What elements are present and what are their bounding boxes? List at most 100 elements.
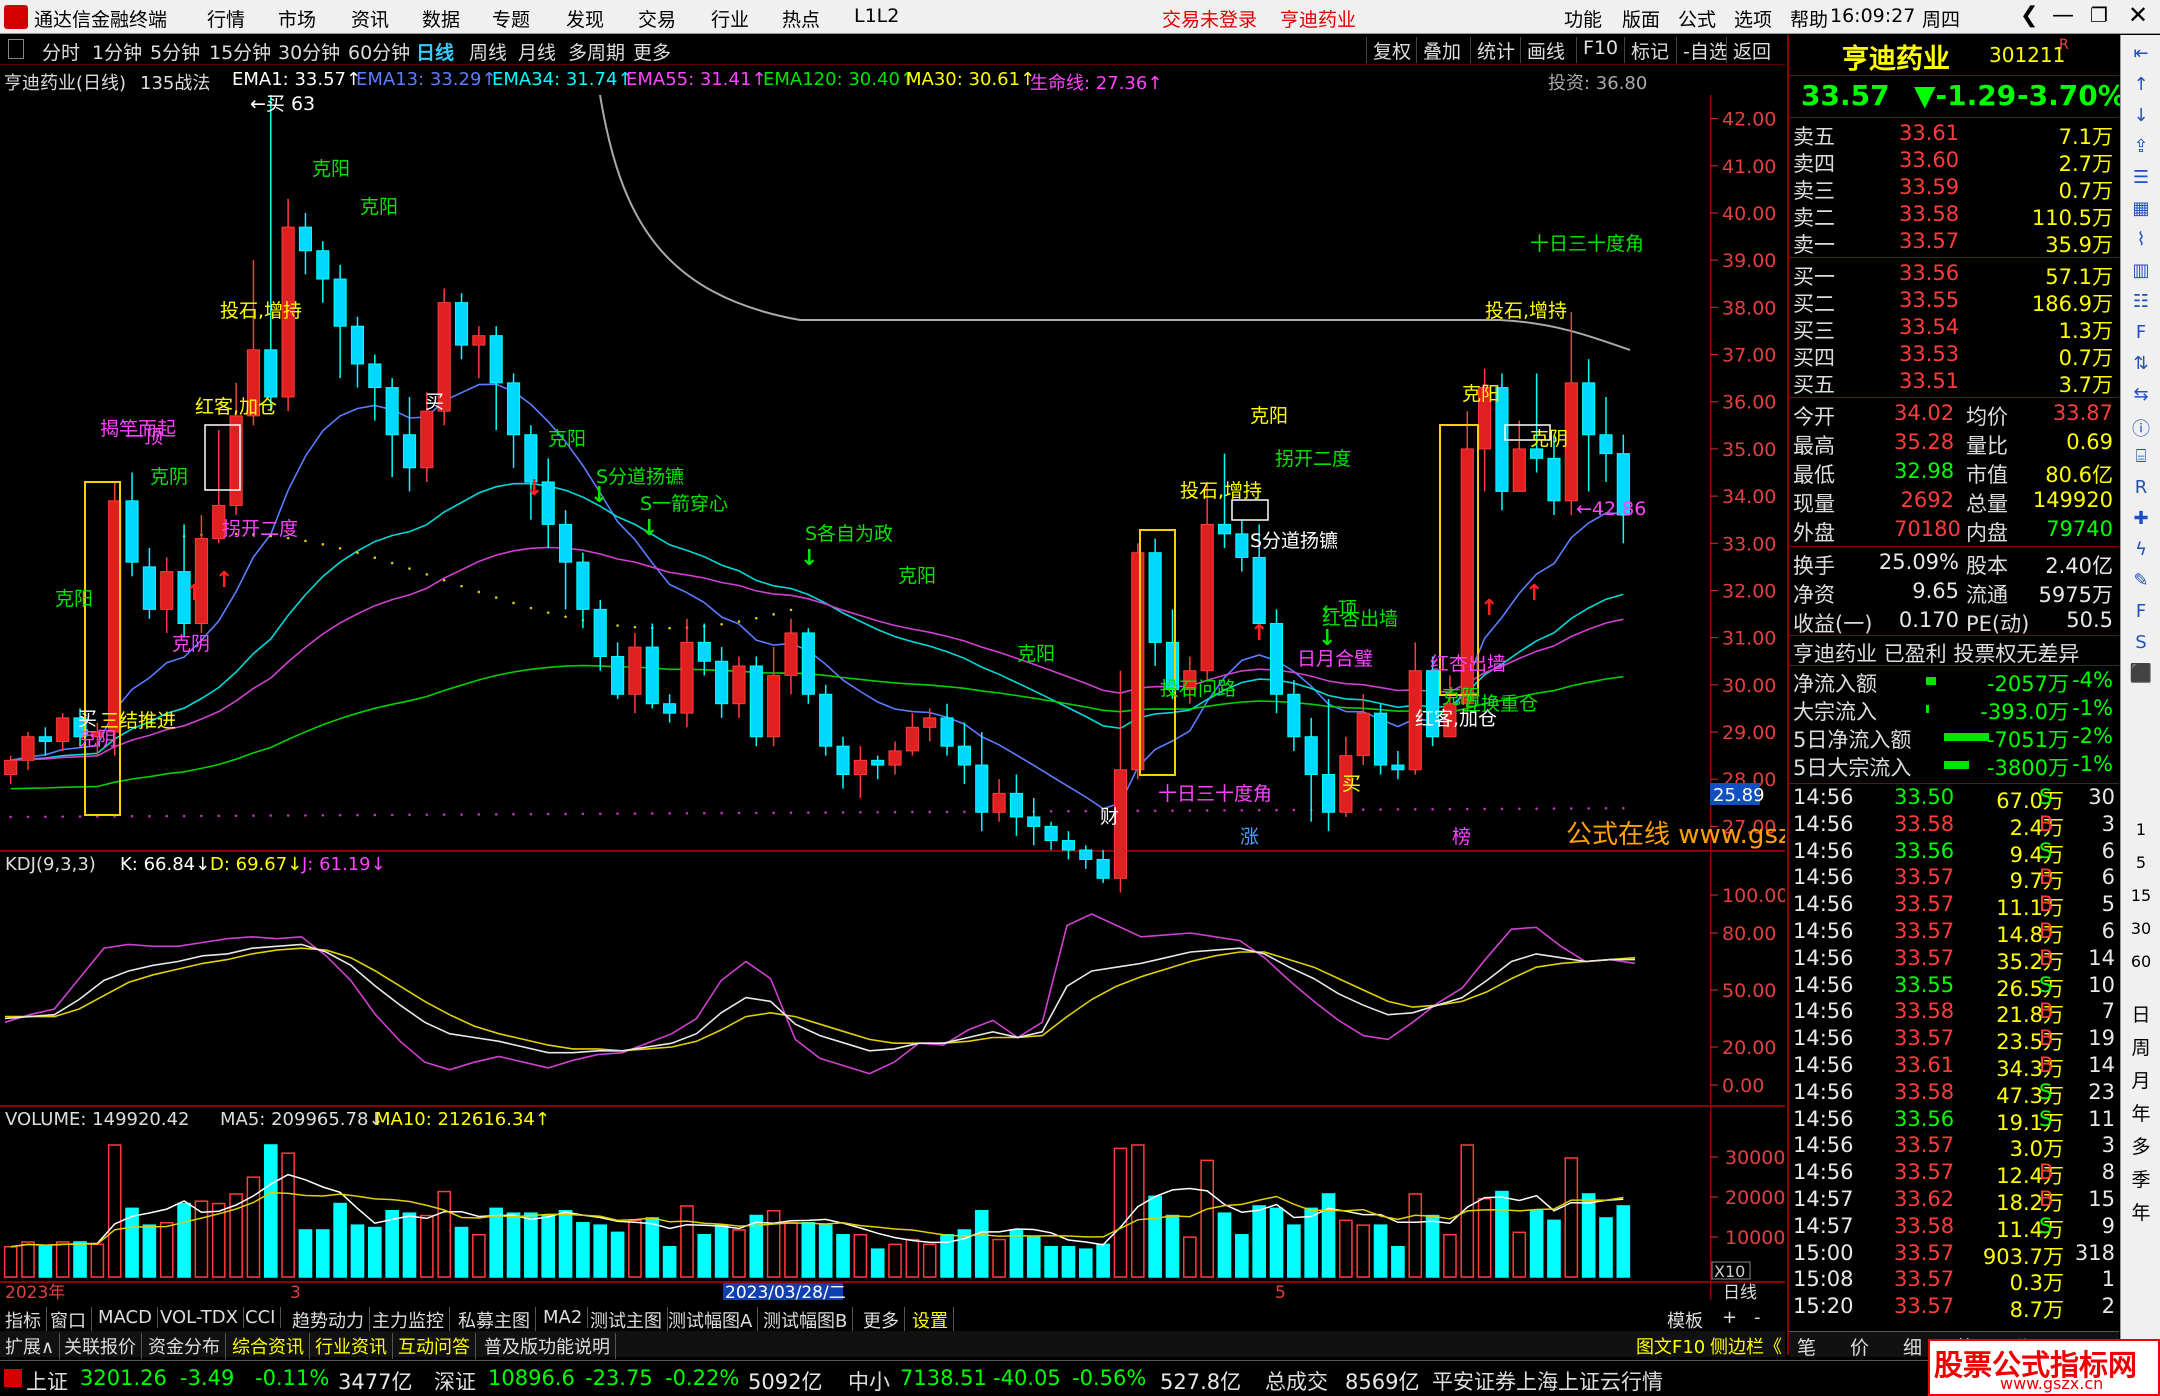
right-menu-0[interactable]: 功能: [1564, 5, 1602, 32]
bid-row-0[interactable]: 买一 33.56 57.1万: [1789, 261, 2119, 289]
bid-row-3[interactable]: 买四 33.53 0.7万: [1789, 342, 2119, 370]
bottom-tab-6[interactable]: 主力监控: [372, 1307, 450, 1333]
save-icon[interactable]: ⬛: [2125, 663, 2157, 684]
info-tab-right-1[interactable]: 侧边栏《: [1710, 1333, 1782, 1359]
candle-body-75[interactable]: [1304, 736, 1318, 775]
period-tab-2[interactable]: 5分钟: [146, 38, 204, 65]
sort-icon[interactable]: ⇅: [2125, 353, 2157, 374]
candle-body-61[interactable]: [1061, 840, 1076, 851]
pen-icon[interactable]: ✎: [2125, 570, 2157, 591]
bottom-right-2[interactable]: -: [1754, 1307, 1761, 1328]
candle-body-43[interactable]: [749, 665, 763, 738]
bid-row-2[interactable]: 买三 33.54 1.3万: [1789, 315, 2119, 343]
bottom-tab-9[interactable]: 测试主图: [590, 1307, 668, 1333]
info-tab-0[interactable]: 扩展∧: [5, 1333, 61, 1359]
candle-body-39[interactable]: [680, 641, 694, 714]
grid-icon[interactable]: ▦: [2125, 198, 2157, 219]
tool-button-3[interactable]: 画线: [1520, 37, 1571, 63]
candle-body-58[interactable]: [1009, 792, 1023, 818]
candle-body-73[interactable]: [1269, 623, 1284, 695]
quote-tab-2[interactable]: 细: [1903, 1333, 1922, 1360]
sidebar-label-0[interactable]: 日: [2125, 1000, 2157, 1027]
candle-body-44[interactable]: [767, 674, 781, 738]
candle-body-15[interactable]: [264, 349, 278, 398]
candle-body-0[interactable]: [4, 759, 18, 775]
back-icon[interactable]: ❮: [2020, 3, 2038, 28]
bottom-tab-0[interactable]: 指标: [5, 1307, 47, 1333]
period-tab-6[interactable]: 日线: [412, 38, 458, 65]
candle-body-91[interactable]: [1582, 382, 1596, 436]
candle-body-48[interactable]: [836, 745, 850, 775]
menu-1[interactable]: 市场: [278, 5, 316, 32]
tool-button-7[interactable]: 返回: [1726, 37, 1777, 63]
bottom-tab-10[interactable]: 测试幅图A: [668, 1307, 759, 1333]
tool-button-1[interactable]: 叠加: [1416, 37, 1467, 63]
candle-body-31[interactable]: [541, 481, 555, 525]
ask-row-4[interactable]: 卖一 33.57 35.9万: [1789, 229, 2119, 257]
candle-body-17[interactable]: [298, 226, 313, 252]
info-tab-right-0[interactable]: 图文F10: [1636, 1333, 1705, 1359]
candle-body-6[interactable]: [108, 500, 122, 733]
candle-body-59[interactable]: [1027, 816, 1041, 827]
flash-icon[interactable]: ϟ: [2125, 539, 2157, 560]
right-menu-3[interactable]: 选项: [1734, 5, 1772, 32]
ask-row-1[interactable]: 卖四 33.60 2.7万: [1789, 148, 2119, 176]
candle-body-46[interactable]: [801, 632, 815, 695]
right-menu-1[interactable]: 版面: [1622, 5, 1660, 32]
candle-body-50[interactable]: [871, 759, 885, 766]
rsi-icon[interactable]: R: [2125, 477, 2157, 498]
period-tab-3[interactable]: 15分钟: [205, 38, 275, 65]
menu-2[interactable]: 资讯: [351, 5, 389, 32]
candle-body-62[interactable]: [1079, 849, 1093, 860]
candle-body-66[interactable]: [1148, 552, 1162, 643]
candle-body-9[interactable]: [160, 571, 174, 610]
ask-row-2[interactable]: 卖三 33.59 0.7万: [1789, 175, 2119, 203]
bottom-tab-11[interactable]: 测试幅图B: [763, 1307, 854, 1333]
candle-body-72[interactable]: [1252, 556, 1266, 624]
bottom-tab-12[interactable]: 更多: [863, 1307, 905, 1333]
menu-3[interactable]: 数据: [422, 5, 460, 32]
period-tab-10[interactable]: 更多: [629, 38, 675, 65]
main-chart[interactable]: 42.00 41.00 40.00 39.00 38.00 37.00 36.00 35.00…: [0, 95, 1785, 1300]
sidebar-num-1[interactable]: 5: [2125, 853, 2157, 872]
candle-body-23[interactable]: [402, 434, 417, 469]
candle-body-1[interactable]: [21, 736, 35, 761]
bottom-tab-7[interactable]: 私募主图: [458, 1307, 536, 1333]
candle-body-35[interactable]: [611, 656, 625, 695]
bottom-tab-2[interactable]: MACD: [98, 1307, 158, 1328]
menu-0[interactable]: 行情: [207, 5, 245, 32]
period-tab-1[interactable]: 1分钟: [88, 38, 146, 65]
candle-body-69[interactable]: [1200, 523, 1214, 672]
period-tab-5[interactable]: 60分钟: [344, 38, 414, 65]
bottom-tab-3[interactable]: VOL-TDX: [160, 1307, 244, 1328]
sidebar-label-6[interactable]: 年: [2125, 1198, 2157, 1225]
candle-body-18[interactable]: [316, 250, 330, 280]
candle-body-34[interactable]: [593, 608, 607, 658]
close-icon[interactable]: ✕: [2128, 1, 2148, 29]
bottom-tab-8[interactable]: MA2: [543, 1307, 589, 1328]
info-tab-2[interactable]: 资金分布: [148, 1333, 226, 1359]
calc-icon[interactable]: ⌸: [2125, 446, 2157, 467]
refresh-icon[interactable]: ↓: [2125, 105, 2157, 126]
candle-body-41[interactable]: [715, 660, 729, 705]
candle-body-28[interactable]: [489, 335, 503, 384]
candle-body-55[interactable]: [957, 745, 971, 766]
menu-5[interactable]: 发现: [566, 5, 604, 32]
chart-icon[interactable]: ↑: [2125, 74, 2157, 95]
right-menu-2[interactable]: 公式: [1678, 5, 1716, 32]
candle-body-53[interactable]: [923, 717, 937, 728]
bottom-tab-1[interactable]: 窗口: [50, 1307, 92, 1333]
candle-body-8[interactable]: [142, 566, 156, 610]
info-tab-6[interactable]: 普及版功能说明: [484, 1333, 616, 1359]
bid-row-4[interactable]: 买五 33.51 3.7万: [1789, 369, 2119, 397]
candle-body-76[interactable]: [1321, 774, 1336, 813]
period-tab-0[interactable]: 分时: [38, 38, 84, 65]
tool-button-0[interactable]: 复权: [1366, 37, 1417, 63]
candle-body-36[interactable]: [628, 646, 642, 695]
candle-body-32[interactable]: [558, 523, 573, 563]
sidebar-num-0[interactable]: 1: [2125, 820, 2157, 839]
menu-4[interactable]: 专题: [492, 5, 530, 32]
info-tab-4[interactable]: 行业资讯: [315, 1333, 393, 1359]
candle-body-65[interactable]: [1131, 552, 1145, 771]
quote-tab-1[interactable]: 价: [1850, 1333, 1869, 1360]
